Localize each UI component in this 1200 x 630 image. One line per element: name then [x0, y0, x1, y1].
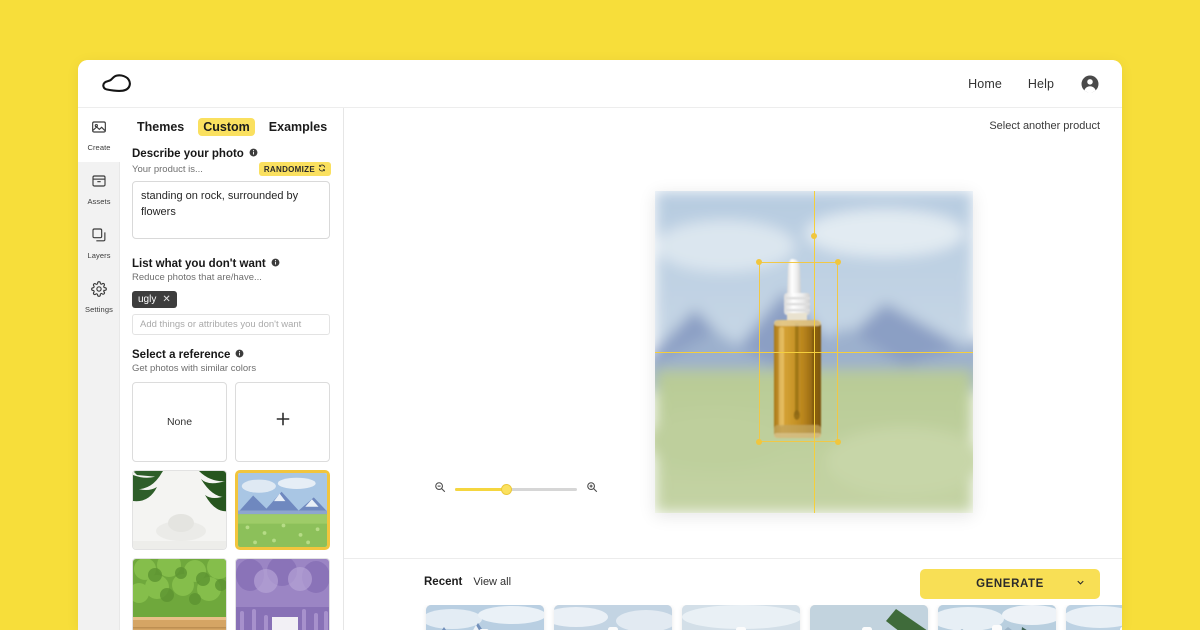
describe-photo-textarea[interactable]	[132, 181, 330, 239]
negative-prompt-hint: Reduce photos that are/have...	[132, 272, 262, 283]
recent-thumb-4[interactable]	[810, 605, 928, 630]
panel-tabs: Themes Custom Examples	[132, 118, 331, 136]
info-icon[interactable]	[249, 148, 258, 160]
sidebar-item-assets[interactable]: Assets	[78, 162, 120, 216]
describe-photo-title: Describe your photo	[132, 148, 331, 160]
recent-thumbnail-strip	[344, 605, 1122, 630]
recent-thumb-5[interactable]	[938, 605, 1056, 630]
negative-prompt-label: List what you don't want	[132, 258, 266, 270]
crop-selection-box[interactable]	[759, 262, 838, 442]
close-icon[interactable]: ✕	[162, 294, 170, 305]
sidebar-item-create[interactable]: Create	[78, 108, 120, 162]
cloud-logo[interactable]	[100, 73, 134, 95]
zoom-slider-track[interactable]	[455, 483, 577, 495]
zoom-slider-fill	[455, 487, 507, 491]
view-all-link[interactable]: View all	[473, 576, 511, 588]
recent-label: Recent	[424, 576, 463, 588]
tab-examples[interactable]: Examples	[264, 118, 332, 136]
sidebar-item-assets-label: Assets	[87, 196, 111, 206]
product-stage[interactable]	[655, 191, 973, 513]
describe-photo-hint: Your product is...	[132, 163, 203, 175]
reference-none-option[interactable]: None	[132, 382, 227, 462]
crop-handle-top-left[interactable]	[756, 259, 762, 265]
sidebar-item-layers-label: Layers	[87, 250, 111, 260]
reference-thumb-palm-leaves[interactable]	[132, 470, 227, 550]
layers-icon	[91, 227, 107, 248]
nav-home[interactable]: Home	[968, 77, 1002, 91]
zoom-in-icon[interactable]	[586, 480, 598, 498]
account-circle-icon[interactable]	[1080, 74, 1100, 94]
recent-thumb-2[interactable]	[554, 605, 672, 630]
zoom-slider-handle[interactable]	[501, 483, 513, 495]
select-another-product-button[interactable]: Select another product	[989, 120, 1100, 132]
plus-icon	[273, 409, 293, 435]
top-bar: Home Help	[78, 60, 1122, 108]
recent-thumb-3[interactable]	[682, 605, 800, 630]
reference-thumb-green-foliage-wood[interactable]	[132, 558, 227, 630]
recent-row: Recent View all	[424, 576, 511, 588]
negative-chip-label: ugly	[138, 294, 157, 305]
recent-thumb-1[interactable]	[426, 605, 544, 630]
reference-add-button[interactable]	[235, 382, 330, 462]
reference-thumb-mountain-meadow[interactable]	[235, 470, 330, 550]
negative-chip-ugly[interactable]: ugly ✕	[132, 291, 177, 308]
gear-icon	[91, 280, 107, 302]
sidebar-item-settings[interactable]: Settings	[78, 270, 120, 324]
options-panel: Themes Custom Examples Describe your pho…	[120, 108, 344, 630]
info-icon[interactable]	[235, 349, 244, 361]
left-icon-rail: Create Assets Layers Settings	[78, 108, 120, 630]
generate-button-label: GENERATE	[976, 578, 1044, 590]
randomize-button[interactable]: RANDOMIZE	[258, 162, 331, 176]
canvas-area: Select another product	[344, 108, 1122, 558]
top-nav: Home Help	[968, 74, 1100, 94]
crop-handle-rotate[interactable]	[811, 233, 817, 239]
recent-thumb-6[interactable]	[1066, 605, 1122, 630]
reference-label: Select a reference	[132, 349, 231, 361]
refresh-icon	[318, 164, 326, 174]
generate-button[interactable]: GENERATE	[920, 569, 1100, 599]
sidebar-item-create-label: Create	[87, 142, 111, 152]
negative-prompt-input[interactable]	[132, 314, 330, 335]
box-icon	[91, 173, 107, 194]
zoom-out-icon[interactable]	[434, 480, 446, 498]
crop-handle-bottom-left[interactable]	[756, 439, 762, 445]
tab-custom[interactable]: Custom	[198, 118, 255, 136]
reference-none-label: None	[166, 416, 193, 428]
image-icon	[91, 119, 107, 140]
tab-themes[interactable]: Themes	[132, 118, 189, 136]
zoom-slider-row	[434, 480, 598, 498]
app-window: Home Help Create Assets Layers Settings …	[78, 60, 1122, 630]
negative-prompt-title: List what you don't want	[132, 258, 331, 270]
describe-photo-label: Describe your photo	[132, 148, 244, 160]
app-root: Home Help Create Assets Layers Settings …	[0, 0, 1200, 630]
info-icon[interactable]	[271, 258, 280, 270]
crop-handle-bottom-right[interactable]	[835, 439, 841, 445]
sidebar-item-settings-label: Settings	[85, 304, 113, 314]
reference-grid: None	[132, 382, 331, 630]
chevron-down-icon[interactable]	[1075, 575, 1086, 593]
reference-title: Select a reference	[132, 349, 331, 361]
reference-thumb-lavender-podium[interactable]	[235, 558, 330, 630]
crop-handle-top-right[interactable]	[835, 259, 841, 265]
nav-help[interactable]: Help	[1028, 77, 1054, 91]
randomize-label: RANDOMIZE	[263, 164, 315, 174]
reference-hint: Get photos with similar colors	[132, 363, 257, 374]
sidebar-item-layers[interactable]: Layers	[78, 216, 120, 270]
